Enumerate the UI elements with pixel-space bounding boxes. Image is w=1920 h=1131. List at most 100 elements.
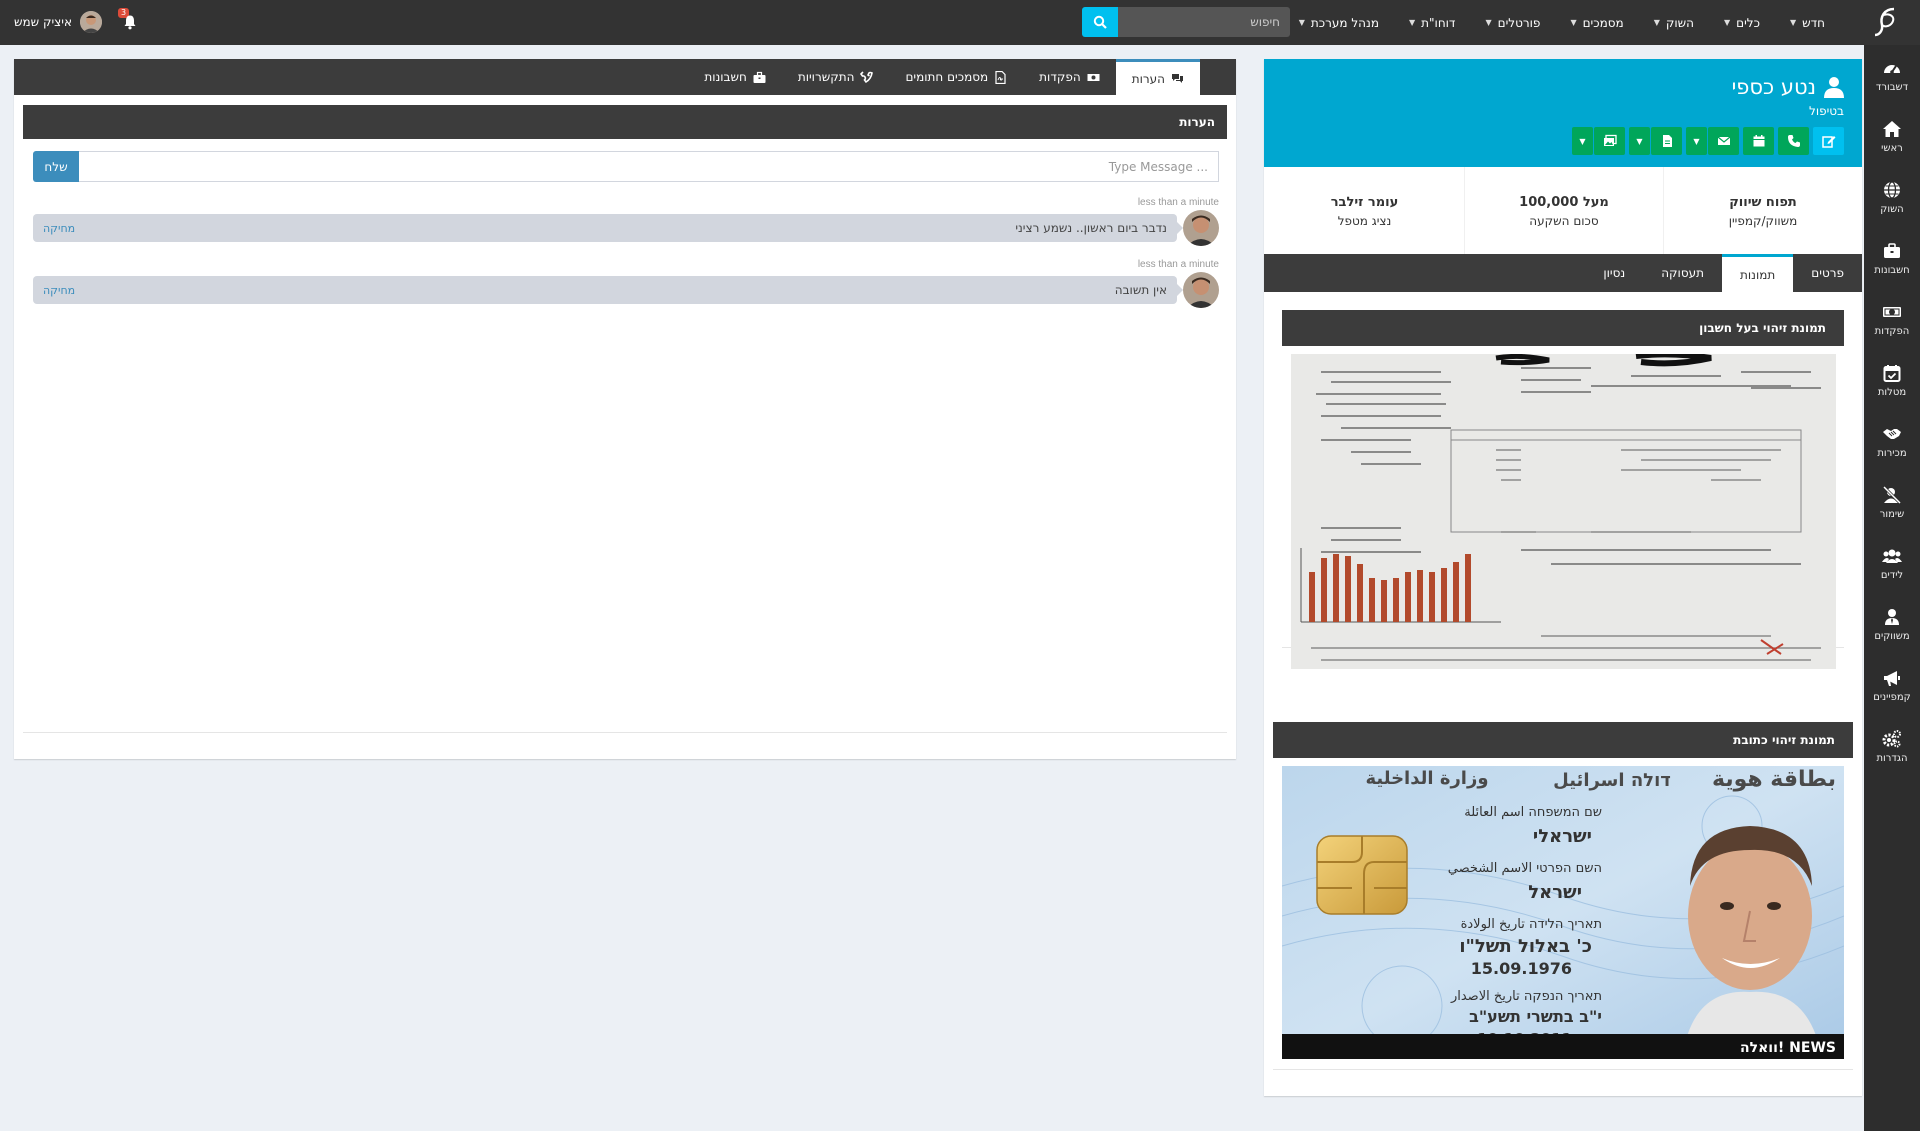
sidebar-item-label: ראשי	[1881, 143, 1903, 154]
profile-stats: תפוח שיווק משווק/קמפיין מעל 100,000 סכום…	[1264, 167, 1862, 255]
sidebar-item-deposits[interactable]: הפקדות	[1864, 289, 1920, 350]
comment-time: less than a minute	[1137, 197, 1219, 208]
sidebar-item-retention[interactable]: שימור	[1864, 472, 1920, 533]
message-input[interactable]	[79, 151, 1219, 182]
sidebar-item-campaigns[interactable]: קמפיינים	[1864, 655, 1920, 716]
calendar-icon	[1753, 135, 1764, 147]
tab-experience[interactable]: נסיון	[1585, 254, 1643, 292]
delete-comment-link[interactable]: מחיקה	[43, 284, 75, 297]
sidebar-item-marketers[interactable]: משווקים	[1864, 594, 1920, 655]
main-tabs: הערות הפקדות מסמכים חתומים התקשרויות חשב…	[14, 59, 1236, 95]
tab-signed-documents[interactable]: מסמכים חתומים	[889, 59, 1023, 95]
edit-button[interactable]	[1813, 127, 1844, 155]
profile-panel: נטע כספי בטיפול ▼ ▼ ▼ תפוח שיווק משווק/ק…	[1264, 59, 1862, 1096]
menu-new[interactable]: חדש ▼	[1775, 16, 1840, 30]
comment-item: less than a minute נדבר ביום ראשון.. נשמ…	[33, 197, 1219, 246]
caret-down-icon: ▼	[1579, 136, 1586, 146]
svg-text:תאריך הלידה تاريخ الولادة: תאריך הלידה تاريخ الولادة	[1461, 917, 1602, 932]
menu-portals[interactable]: פורטלים ▼	[1470, 16, 1555, 30]
sidebar: דשבורד ראשי השוק חשבונות הפקדות מטלות מכ…	[1864, 45, 1920, 1131]
tab-employment[interactable]: תעסוקה	[1643, 254, 1722, 292]
card-title: תמונת זיהוי בעל חשבון	[1282, 310, 1844, 346]
tab-calls[interactable]: התקשרויות	[782, 59, 890, 95]
phone-icon	[1787, 135, 1800, 147]
sidebar-item-sales[interactable]: מכירות	[1864, 411, 1920, 472]
tab-images[interactable]: תמונות	[1722, 254, 1794, 292]
images-dropdown-toggle[interactable]: ▼	[1572, 127, 1593, 155]
images-button-group: ▼	[1572, 127, 1625, 155]
search-input[interactable]	[1118, 7, 1290, 37]
sidebar-item-label: חשבונות	[1874, 265, 1910, 276]
send-button[interactable]: שלח	[33, 151, 79, 182]
comment-text: אין תשובה	[1114, 283, 1167, 297]
comments-title: הערות	[23, 105, 1227, 139]
email-dropdown-toggle[interactable]: ▼	[1686, 127, 1707, 155]
sidebar-item-home[interactable]: ראשי	[1864, 106, 1920, 167]
call-button[interactable]	[1778, 127, 1809, 155]
user-menu[interactable]: איציק שמש	[14, 11, 102, 33]
watermark-text: וואלה! NEWS	[1740, 1040, 1836, 1056]
bullhorn-icon	[1884, 671, 1900, 686]
main-menu: חדש ▼ כלים ▼ השוק ▼ מסמכים ▼ פורטלים ▼ דוחו"ת…	[1284, 0, 1840, 45]
comment-time: less than a minute	[1137, 259, 1219, 270]
menu-documents[interactable]: מסמכים ▼	[1555, 16, 1638, 30]
tab-comments[interactable]: הערות	[1115, 59, 1200, 95]
sidebar-item-accounts[interactable]: חשבונות	[1864, 228, 1920, 289]
search-button[interactable]	[1082, 7, 1118, 37]
svg-text:י"ב בתשרי תשע"ב: י"ב בתשרי תשע"ב	[1469, 1007, 1602, 1026]
menu-market[interactable]: השוק ▼	[1639, 16, 1709, 30]
bell-icon[interactable]	[122, 14, 138, 30]
menu-tools[interactable]: כלים ▼	[1709, 16, 1775, 30]
tab-details[interactable]: פרטים	[1793, 254, 1862, 292]
document-button[interactable]	[1651, 127, 1682, 155]
images-button[interactable]	[1594, 127, 1625, 155]
id-card-image[interactable]: بطاقة هوية דולה اسرائيل وزارة الداخلية ש…	[1282, 766, 1844, 1059]
sidebar-item-leads[interactable]: לידים	[1864, 533, 1920, 594]
schedule-button[interactable]	[1743, 127, 1774, 155]
globe-icon	[1884, 181, 1900, 199]
sidebar-item-dashboard[interactable]: דשבורד	[1864, 45, 1920, 106]
sidebar-item-settings[interactable]: הגדרות	[1864, 716, 1920, 777]
tab-accounts[interactable]: חשבונות	[688, 59, 782, 95]
profile-actions: ▼ ▼ ▼	[1572, 127, 1844, 155]
menu-reports[interactable]: דוחו"ת ▼	[1394, 16, 1471, 30]
email-button[interactable]	[1708, 127, 1739, 155]
profile-name: נטע כספי	[1732, 75, 1844, 99]
svg-text:תאריך הנפקה تاريخ الاصدار: תאריך הנפקה تاريخ الاصدار	[1450, 989, 1602, 1004]
account-document-image[interactable]	[1291, 354, 1836, 669]
caret-down-icon: ▼	[1723, 18, 1731, 27]
sidebar-item-market[interactable]: השוק	[1864, 167, 1920, 228]
svg-text:ישראלי: ישראלי	[1533, 826, 1592, 847]
delete-comment-link[interactable]: מחיקה	[43, 222, 75, 235]
users-icon	[1882, 549, 1902, 563]
sidebar-item-label: לידים	[1880, 570, 1904, 581]
sidebar-item-label: משווקים	[1874, 631, 1910, 642]
search-icon	[1093, 15, 1107, 29]
svg-text:דולה اسرائيل: דולה اسرائيل	[1553, 770, 1671, 791]
svg-text:بطاقة هوية: بطاقة هوية	[1712, 767, 1836, 792]
caret-down-icon: ▼	[1485, 18, 1492, 27]
sidebar-item-label: מכירות	[1877, 448, 1907, 459]
dashboard-icon	[1884, 65, 1900, 74]
sidebar-item-tasks[interactable]: מטלות	[1864, 350, 1920, 411]
svg-text:שם המשפחה اسم العائلة: שם המשפחה اسم العائلة	[1464, 805, 1602, 820]
sidebar-item-label: הפקדות	[1874, 326, 1910, 337]
menu-admin[interactable]: מנהל מערכת ▼	[1284, 16, 1394, 30]
search-bar	[1082, 7, 1292, 37]
money-icon	[1087, 73, 1100, 81]
phone-icon	[860, 70, 874, 83]
caret-down-icon: ▼	[1789, 18, 1797, 27]
calendar-check-icon	[1883, 365, 1901, 382]
file-pdf-icon	[995, 70, 1006, 84]
svg-text:15.09.1976: 15.09.1976	[1471, 959, 1572, 978]
svg-text:وزارة الداخلية: وزارة الداخلية	[1365, 768, 1488, 789]
app-logo-icon[interactable]	[1870, 5, 1904, 39]
sidebar-item-label: קמפיינים	[1873, 692, 1911, 703]
avatar	[1183, 210, 1219, 246]
caret-down-icon: ▼	[1408, 18, 1416, 27]
account-photo-card: תמונת זיהוי בעל חשבון	[1282, 310, 1844, 669]
comment-bubble: נדבר ביום ראשון.. נשמע רציני מחיקה	[33, 214, 1183, 242]
address-photo-card: תמונת זיהוי כתובת بطاقة هوية דולה اسرائي…	[1273, 722, 1853, 1070]
tab-deposits[interactable]: הפקדות	[1023, 59, 1116, 95]
document-dropdown-toggle[interactable]: ▼	[1629, 127, 1650, 155]
